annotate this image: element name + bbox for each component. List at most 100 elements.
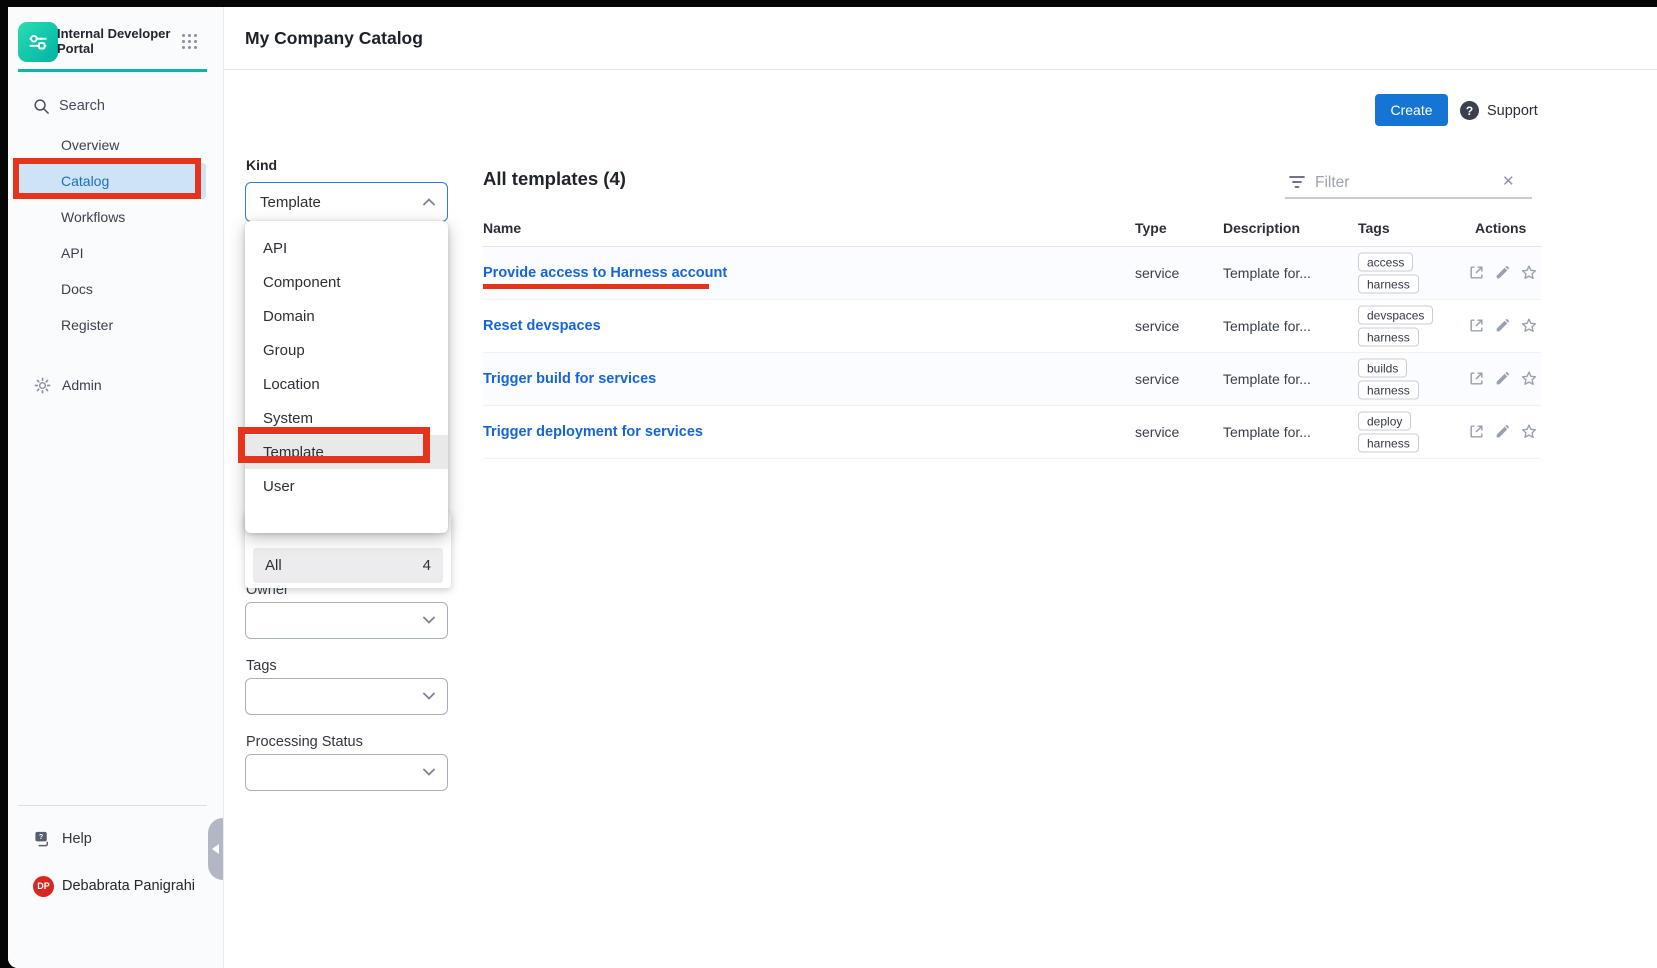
owner-select[interactable] — [245, 602, 448, 639]
sidebar-item-catalog[interactable]: Catalog — [18, 163, 206, 199]
kind-option-group[interactable]: Group — [245, 333, 448, 367]
all-count: 4 — [423, 557, 431, 574]
launch-icon[interactable] — [1468, 370, 1485, 388]
sidebar-item-api[interactable]: API — [18, 235, 206, 271]
kind-options: APIComponentDomainGroupLocationSystemTem… — [245, 221, 448, 533]
avatar: DP — [33, 876, 54, 897]
idp-logo[interactable] — [18, 22, 58, 62]
all-label: All — [265, 557, 282, 574]
sliders-logo-icon — [25, 29, 51, 55]
template-name-link[interactable]: Trigger build for services — [483, 371, 656, 387]
kind-option-component[interactable]: Component — [245, 265, 448, 299]
template-name-link[interactable]: Reset devspaces — [483, 318, 601, 334]
kind-option-domain[interactable]: Domain — [245, 299, 448, 333]
sidebar-collapse-handle[interactable] — [208, 818, 223, 880]
kind-all-row[interactable]: All 4 — [253, 548, 443, 583]
table-row: Reset devspaces service Template for... … — [483, 300, 1541, 353]
support-button[interactable]: ? Support — [1460, 101, 1538, 120]
filter-icon — [1288, 174, 1306, 190]
kind-option-system[interactable]: System — [245, 401, 448, 435]
clear-filter-icon[interactable]: ✕ — [1502, 172, 1515, 190]
row-description: Template for... — [1223, 318, 1311, 334]
support-label: Support — [1487, 103, 1538, 119]
row-tags: deploy harness — [1358, 412, 1419, 453]
launch-icon[interactable] — [1468, 423, 1485, 441]
tag-chip: deploy — [1358, 412, 1411, 431]
star-icon[interactable] — [1520, 370, 1538, 388]
sidebar-item-overview[interactable]: Overview — [18, 127, 206, 163]
filter-placeholder: Filter — [1315, 174, 1349, 192]
star-icon[interactable] — [1520, 317, 1538, 335]
sidebar-item-workflows[interactable]: Workflows — [18, 199, 206, 235]
processing-status-select[interactable] — [245, 754, 448, 791]
edit-icon[interactable] — [1494, 370, 1511, 388]
sidebar-item-register[interactable]: Register — [18, 307, 206, 343]
edit-icon[interactable] — [1494, 264, 1511, 282]
search-icon — [33, 98, 50, 115]
template-name-link[interactable]: Provide access to Harness account — [483, 265, 727, 281]
annotation-underline — [483, 284, 709, 289]
kind-label: Kind — [246, 157, 277, 173]
sidebar-footer-divider — [18, 805, 207, 806]
question-circle-icon: ? — [1460, 101, 1479, 120]
row-tags: devspacesharness — [1358, 306, 1433, 347]
page-header: My Company Catalog — [224, 7, 1657, 70]
tag-chip: harness — [1358, 328, 1419, 347]
table-filter[interactable]: Filter ✕ — [1285, 167, 1532, 199]
kind-option-template[interactable]: Template — [245, 435, 448, 469]
tag-chip: access — [1358, 253, 1413, 272]
create-button[interactable]: Create — [1375, 94, 1448, 126]
chevron-up-icon — [423, 198, 435, 206]
edit-icon[interactable] — [1494, 317, 1511, 335]
tag-chip: harness — [1358, 275, 1419, 294]
row-actions — [1468, 370, 1538, 388]
star-icon[interactable] — [1520, 264, 1538, 282]
svg-text:?: ? — [39, 833, 43, 841]
table-row: Trigger build for services service Templ… — [483, 353, 1541, 406]
kind-option-location[interactable]: Location — [245, 367, 448, 401]
star-icon[interactable] — [1520, 423, 1538, 441]
user-menu[interactable]: DP Debabrata Panigrahi — [8, 873, 223, 899]
row-type: service — [1135, 265, 1179, 281]
launch-icon[interactable] — [1468, 317, 1485, 335]
row-type: service — [1135, 318, 1179, 334]
chevron-down-icon — [423, 768, 435, 776]
sidebar: Internal Developer Portal Search Overvie… — [8, 7, 224, 968]
admin-label: Admin — [62, 377, 102, 393]
processing-status-label: Processing Status — [246, 734, 363, 750]
tag-chip: harness — [1358, 434, 1419, 453]
table-row: Provide access to Harness account servic… — [483, 247, 1541, 300]
column-header-name: Name — [483, 220, 521, 236]
templates-table: Name Type Description Tags Actions Provide a… — [483, 216, 1541, 459]
main-content: My Company Catalog Create ? Support Kind… — [224, 7, 1657, 968]
column-header-type: Type — [1135, 220, 1167, 236]
filter-underline — [1285, 197, 1532, 199]
table-row: Trigger deployment for services service … — [483, 406, 1541, 459]
search-label: Search — [59, 98, 105, 114]
column-header-tags: Tags — [1358, 220, 1390, 236]
sidebar-item-help[interactable]: ? Help — [8, 824, 223, 854]
column-header-description: Description — [1223, 220, 1300, 236]
tags-select[interactable] — [245, 678, 448, 715]
row-actions — [1468, 423, 1538, 441]
sidebar-item-docs[interactable]: Docs — [18, 271, 206, 307]
kind-select-value: Template — [260, 194, 321, 211]
page-title: My Company Catalog — [245, 28, 423, 49]
help-label: Help — [62, 831, 92, 847]
kind-option-user[interactable]: User — [245, 469, 448, 503]
tag-chip: builds — [1358, 359, 1407, 378]
edit-icon[interactable] — [1494, 423, 1511, 441]
sidebar-item-search[interactable]: Search — [8, 91, 223, 121]
chevron-down-icon — [423, 692, 435, 700]
app-title: Internal Developer Portal — [57, 26, 175, 56]
column-header-actions: Actions — [1475, 220, 1526, 236]
launch-icon[interactable] — [1468, 264, 1485, 282]
kind-option-api[interactable]: API — [245, 231, 448, 265]
kind-select[interactable]: Template — [245, 182, 448, 222]
sidebar-item-admin[interactable]: Admin — [8, 367, 223, 403]
app-switcher-icon[interactable] — [182, 34, 198, 50]
row-actions — [1468, 317, 1538, 335]
user-name: Debabrata Panigrahi — [62, 878, 195, 894]
row-tags: buildsharness — [1358, 359, 1419, 400]
template-name-link[interactable]: Trigger deployment for services — [483, 424, 703, 440]
